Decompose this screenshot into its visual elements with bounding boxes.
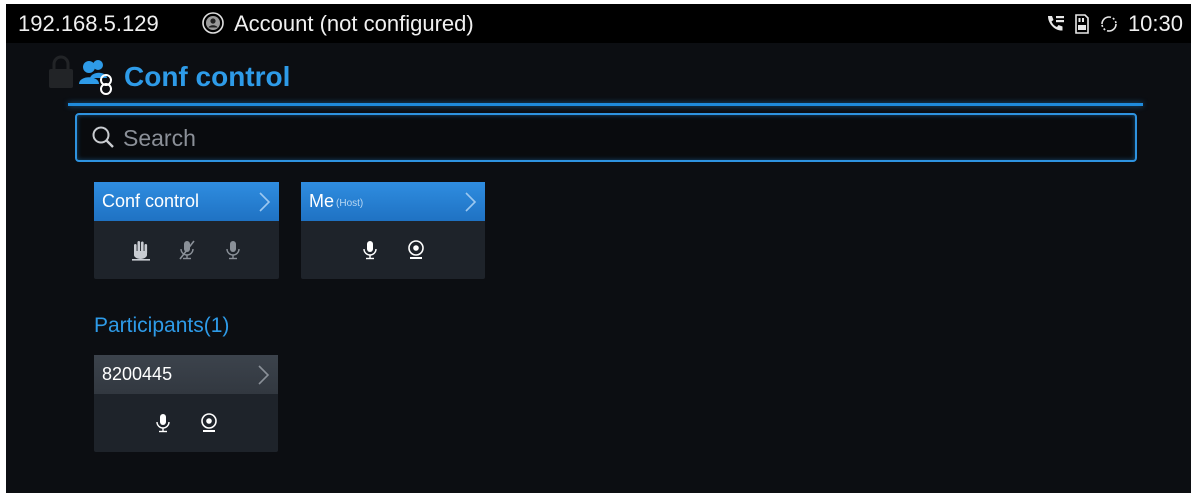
sync-icon xyxy=(1101,16,1117,32)
sd-card-icon xyxy=(1075,14,1089,34)
conf-control-card-header[interactable]: Conf control xyxy=(94,182,279,221)
chevron-right-icon xyxy=(465,192,477,212)
account-icon xyxy=(202,12,224,34)
conf-control-actions xyxy=(94,221,279,279)
mute-all-icon[interactable] xyxy=(177,239,197,261)
header-divider xyxy=(68,103,1143,106)
camera-icon[interactable] xyxy=(199,412,219,434)
search-box[interactable] xyxy=(75,113,1137,162)
me-card[interactable]: Me (Host) xyxy=(301,182,485,279)
me-actions xyxy=(301,221,485,279)
conference-icon xyxy=(79,60,112,95)
chevron-right-icon xyxy=(258,365,270,385)
me-card-header[interactable]: Me (Host) xyxy=(301,182,485,221)
status-icons: 10:30 xyxy=(1044,11,1183,37)
unmute-all-icon[interactable] xyxy=(223,239,243,261)
participant-actions xyxy=(94,394,278,452)
page-title: Conf control xyxy=(124,61,291,92)
search-icon xyxy=(92,126,114,148)
conference-screen: 192.168.5.129 Account (not configured) 1… xyxy=(6,4,1191,493)
ip-address: 192.168.5.129 xyxy=(18,11,159,36)
me-label: Me xyxy=(309,191,335,211)
lock-icon xyxy=(49,55,73,88)
raise-hand-icon[interactable] xyxy=(131,239,151,261)
camera-icon[interactable] xyxy=(406,239,426,261)
participant-number: 8200445 xyxy=(102,364,173,384)
conf-control-label: Conf control xyxy=(102,191,200,211)
clock: 10:30 xyxy=(1127,11,1183,36)
account-status: Account (not configured) xyxy=(234,11,474,36)
call-forward-icon xyxy=(1047,16,1064,31)
participant-card[interactable]: 8200445 xyxy=(94,355,278,452)
chevron-right-icon xyxy=(259,192,271,212)
status-bar: 192.168.5.129 Account (not configured) 1… xyxy=(6,4,1191,43)
host-label: (Host) xyxy=(336,197,364,209)
participant-card-header[interactable]: 8200445 xyxy=(94,355,278,394)
conf-control-card[interactable]: Conf control xyxy=(94,182,279,279)
participants-title: Participants(1) xyxy=(94,314,230,337)
microphone-icon[interactable] xyxy=(153,412,173,434)
search-input[interactable] xyxy=(121,121,1105,155)
microphone-icon[interactable] xyxy=(360,239,380,261)
